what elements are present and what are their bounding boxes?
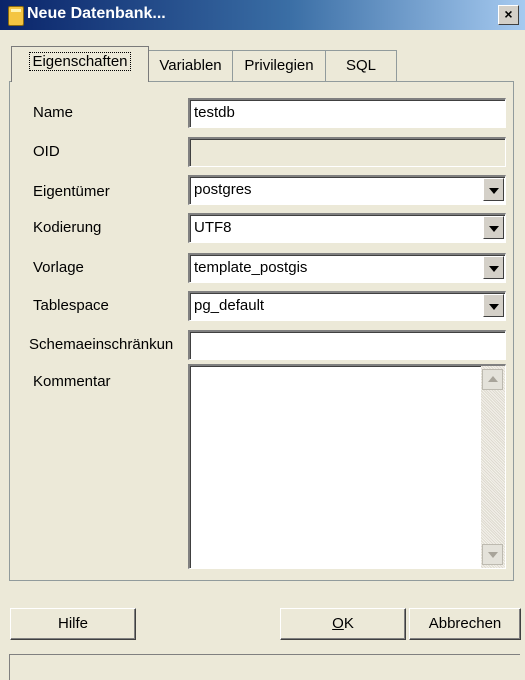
chevron-down-icon[interactable] <box>483 294 504 317</box>
schema-restriction-input[interactable] <box>188 330 506 360</box>
tab-variablen[interactable]: Variablen <box>148 50 233 81</box>
scrollbar[interactable] <box>481 366 505 568</box>
template-label: Vorlage <box>33 259 84 276</box>
oid-field <box>188 137 506 167</box>
database-icon <box>8 6 24 26</box>
title-bar: Neue Datenbank... × <box>0 0 525 30</box>
encoding-value: UTF8 <box>194 219 232 236</box>
tab-label: Variablen <box>159 57 222 74</box>
tab-eigenschaften[interactable]: Eigenschaften <box>11 46 149 82</box>
status-bar <box>9 654 520 680</box>
help-label: Hilfe <box>57 615 88 632</box>
comment-label: Kommentar <box>33 373 111 390</box>
tab-sql[interactable]: SQL <box>325 50 397 81</box>
cancel-label: Abbrechen <box>428 615 502 632</box>
encoding-label: Kodierung <box>33 219 102 236</box>
tablespace-value: pg_default <box>194 297 265 314</box>
help-button[interactable]: Hilfe <box>10 608 136 640</box>
tab-label: SQL <box>345 57 376 74</box>
cancel-button[interactable]: Abbrechen <box>409 608 521 640</box>
ok-label: K <box>343 615 354 632</box>
chevron-down-icon[interactable] <box>483 216 504 239</box>
owner-value: postgres <box>194 181 252 198</box>
tab-privilegien[interactable]: Privilegien <box>232 50 326 81</box>
chevron-down-icon[interactable] <box>483 256 504 279</box>
tablespace-label: Tablespace <box>33 297 109 314</box>
tab-label: Eigenschaften <box>29 52 131 71</box>
oid-label: OID <box>33 143 60 160</box>
ok-button[interactable]: OK <box>280 608 406 640</box>
chevron-down-icon[interactable] <box>483 178 504 201</box>
window-title: Neue Datenbank... <box>27 5 166 22</box>
schema-restriction-label: Schemaeinschränkun <box>29 336 174 353</box>
tab-label: Privilegien <box>244 57 314 74</box>
name-label: Name <box>33 104 74 121</box>
scroll-down-icon[interactable] <box>482 544 503 565</box>
encoding-select[interactable]: UTF8 <box>188 213 506 243</box>
close-button[interactable]: × <box>498 5 519 25</box>
owner-select[interactable]: postgres <box>188 175 506 205</box>
name-input[interactable]: testdb <box>188 98 506 128</box>
scroll-up-icon[interactable] <box>482 369 503 390</box>
owner-label: Eigentümer <box>33 183 110 200</box>
comment-textarea[interactable] <box>188 364 506 569</box>
template-value: template_postgis <box>194 259 308 276</box>
tablespace-select[interactable]: pg_default <box>188 291 506 321</box>
template-select[interactable]: template_postgis <box>188 253 506 283</box>
ok-accelerator: O <box>332 615 344 632</box>
